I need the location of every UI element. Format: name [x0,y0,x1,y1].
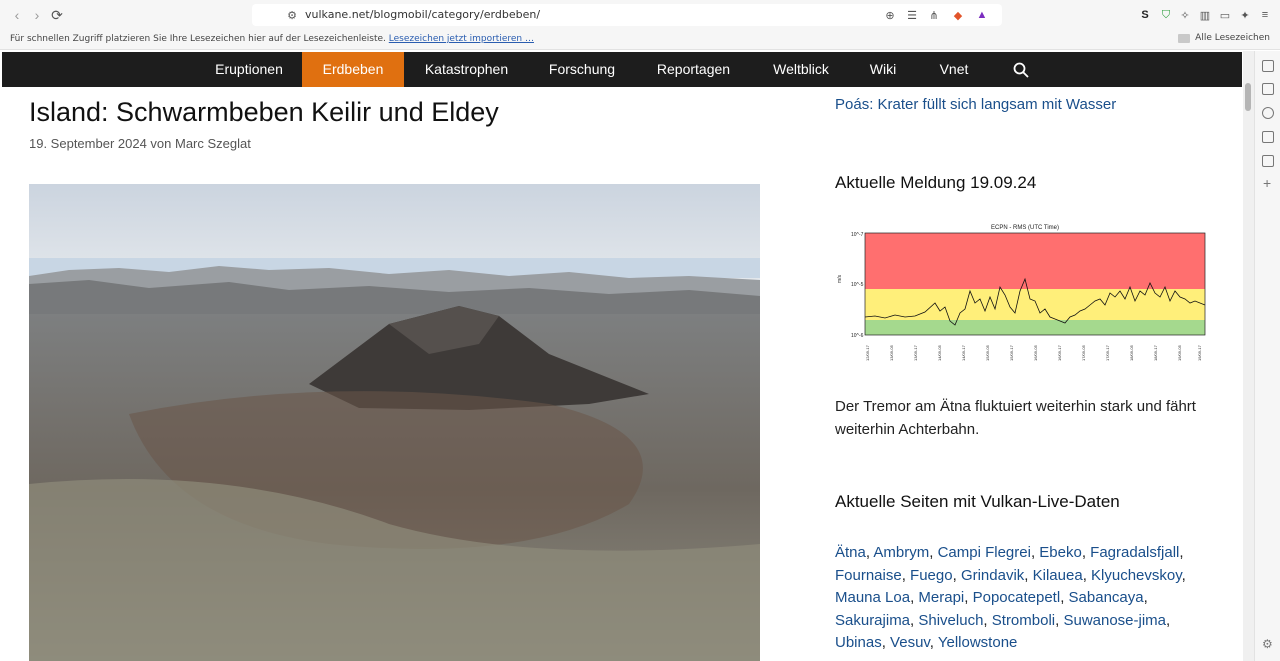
svg-text:17/09-05: 17/09-05 [1081,344,1086,361]
wallet-icon[interactable]: ▭ [1217,7,1233,23]
live-link[interactable]: Ambrym [873,544,929,561]
svg-text:13/09-17: 13/09-17 [913,344,918,361]
live-link[interactable]: Suwanose-jima [1063,612,1166,629]
nav-item-wiki[interactable]: Wiki [860,52,906,87]
live-link[interactable]: Yellowstone [938,634,1018,651]
leo-icon[interactable]: ✦ [1237,7,1253,23]
live-link[interactable]: Campi Flegrei [938,544,1031,561]
article-meta: 19. September 2024 von Marc Szeglat [29,136,251,151]
ytick-top: 10^-7 [851,232,864,238]
svg-text:14/09-05: 14/09-05 [937,344,942,361]
news-text: Der Tremor am Ätna fluktuiert weiterhin … [835,398,1196,438]
live-link[interactable]: Popocatepetl [973,589,1061,606]
svg-text:15/09-05: 15/09-05 [985,344,990,361]
tremor-chart[interactable]: ECPN - RMS (UTC Time) m/s 10^-7 10^-5 10… [835,221,1207,371]
brave-shield-icon[interactable]: ◆ [950,7,966,23]
bookmarks-hint: Für schnellen Zugriff platzieren Sie Ihr… [10,34,534,44]
share-icon[interactable]: ⋔ [926,7,942,23]
svg-text:12/09-17: 12/09-17 [865,344,870,361]
live-link[interactable]: Stromboli [992,612,1055,629]
rail-settings-icon[interactable]: ⚙ [1262,637,1273,651]
ytick-bottom: 10^-6 [851,333,864,339]
live-link[interactable]: Shiveluch [918,612,983,629]
import-bookmarks-link[interactable]: Lesezeichen jetzt importieren … [389,34,534,44]
site-navbar: Eruptionen Erdbeben Katastrophen Forschu… [2,52,1242,87]
rail-reading-list-icon[interactable] [1262,83,1274,95]
menu-icon[interactable]: ≡ [1257,7,1273,23]
bookmarks-hint-text: Für schnellen Zugriff platzieren Sie Ihr… [10,34,386,44]
browser-toolbar: ‹ › ⟳ ☐ ⚙ vulkane.net/blogmobil/category… [0,0,1280,30]
all-bookmarks-label: Alle Lesezeichen [1195,33,1270,43]
rail-notes-icon[interactable] [1262,155,1274,167]
sidebar-toggle-icon[interactable]: ▥ [1197,7,1213,23]
url-text: vulkane.net/blogmobil/category/erdbeben/ [305,8,541,21]
svg-text:18/09-17: 18/09-17 [1153,344,1158,361]
rail-add-icon[interactable]: + [1263,175,1271,191]
reader-icon[interactable]: ☰ [904,7,920,23]
article-hero-image[interactable] [29,184,760,661]
nav-item-erdbeben[interactable]: Erdbeben [302,52,404,87]
rail-bookmarks-icon[interactable] [1262,131,1274,143]
tremor-chart-ylabel: m/s [837,274,843,283]
back-icon[interactable]: ‹ [7,5,27,25]
live-link[interactable]: Fuego [910,567,953,584]
article-title[interactable]: Island: Schwarmbeben Keilir und Eldey [29,97,499,128]
live-link[interactable]: Grindavik [961,567,1024,584]
live-link[interactable]: Fournaise [835,567,902,584]
live-link[interactable]: Merapi [918,589,964,606]
live-link[interactable]: Fagradalsfjall [1090,544,1179,561]
svg-text:16/09-17: 16/09-17 [1057,344,1062,361]
nav-item-katastrophen[interactable]: Katastrophen [414,52,519,87]
extensions-icon[interactable]: ✧ [1177,7,1193,23]
scrollbar-thumb[interactable] [1245,83,1251,111]
svg-text:13/09-05: 13/09-05 [889,344,894,361]
browser-side-rail: + ⚙ [1254,51,1280,661]
web-page: Eruptionen Erdbeben Katastrophen Forschu… [0,51,1243,661]
nav-item-eruptionen[interactable]: Eruptionen [199,52,299,87]
nav-item-reportagen[interactable]: Reportagen [645,52,742,87]
extension-shield-icon[interactable]: ⛉ [1158,7,1174,23]
live-data-links: Ätna, Ambrym, Campi Flegrei, Ebeko, Fagr… [835,544,1186,652]
live-data-heading: Aktuelle Seiten mit Vulkan-Live-Daten [835,492,1120,511]
tremor-chart-title: ECPN - RMS (UTC Time) [991,225,1059,231]
forward-icon[interactable]: › [27,5,47,25]
svg-text:15/09-17: 15/09-17 [1009,344,1014,361]
svg-text:17/09-17: 17/09-17 [1105,344,1110,361]
url-bar[interactable]: ⚙ vulkane.net/blogmobil/category/erdbebe… [252,4,1002,26]
all-bookmarks-button[interactable]: Alle Lesezeichen [1178,33,1270,43]
live-link[interactable]: Ätna [835,544,866,561]
svg-text:14/09-17: 14/09-17 [961,344,966,361]
page-scrollbar[interactable] [1243,51,1254,661]
brave-rewards-icon[interactable]: ▲ [974,7,990,23]
svg-text:19/09-05: 19/09-05 [1177,344,1182,361]
ytick-mid: 10^-5 [851,282,864,288]
rail-history-icon[interactable] [1262,107,1274,119]
live-link[interactable]: Sabancaya [1069,589,1144,606]
live-link[interactable]: Vesuv [890,634,930,651]
zoom-icon[interactable]: ⊕ [882,7,898,23]
live-link[interactable]: Klyuchevskoy [1091,567,1182,584]
live-link[interactable]: Kilauea [1033,567,1083,584]
svg-text:16/09-05: 16/09-05 [1033,344,1038,361]
live-link[interactable]: Ebeko [1039,544,1082,561]
bookmarks-bar: Für schnellen Zugriff platzieren Sie Ihr… [0,30,1280,50]
rail-tabs-icon[interactable] [1262,60,1274,72]
reload-icon[interactable]: ⟳ [47,5,67,25]
svg-text:19/09-17: 19/09-17 [1197,344,1202,361]
live-link[interactable]: Sakurajima [835,612,910,629]
search-icon[interactable] [1012,61,1030,79]
svg-text:18/09-05: 18/09-05 [1129,344,1134,361]
live-link[interactable]: Ubinas [835,634,882,651]
live-link[interactable]: Mauna Loa [835,589,910,606]
news-heading: Aktuelle Meldung 19.09.24 [835,173,1037,192]
site-info-icon[interactable]: ⚙ [284,7,300,23]
folder-icon [1178,33,1191,43]
sidebar-top-link[interactable]: Poás: Krater füllt sich langsam mit Wass… [835,96,1116,113]
nav-item-weltblick[interactable]: Weltblick [760,52,842,87]
nav-item-vnet[interactable]: Vnet [924,52,984,87]
extension-s-icon[interactable]: S [1137,7,1153,23]
nav-item-forschung[interactable]: Forschung [537,52,627,87]
